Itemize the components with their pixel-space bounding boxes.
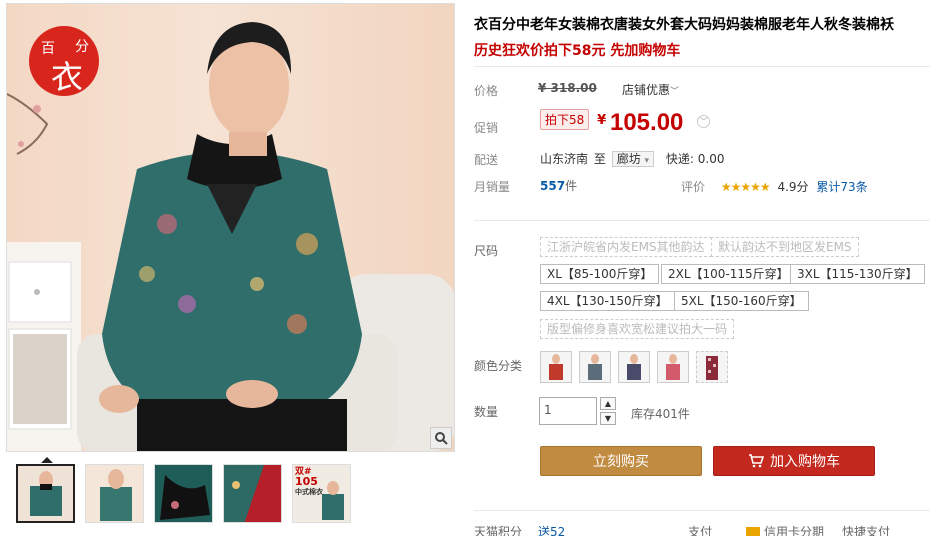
rating-score: 4.9分 [777, 180, 809, 194]
main-product-image[interactable]: 百 分 衣 [6, 3, 455, 452]
buy-now-button[interactable]: 立刻购买 [540, 446, 702, 476]
color-label: 颜色分类 [474, 359, 523, 373]
quantity-input[interactable]: 1 [539, 397, 597, 425]
size-note-1: 江浙沪皖省内发EMS其他韵达 [540, 237, 712, 257]
quick-pay-label: 快捷支付 [842, 525, 891, 536]
rating-label: 评价 [681, 180, 706, 194]
size-option-3xl[interactable]: 3XL【115-130斤穿】 [790, 264, 925, 284]
credit-card-label: 信用卡分期 [764, 525, 825, 536]
shopping-cart-icon [749, 454, 764, 468]
size-label: 尺码 [474, 244, 499, 258]
buy-now-label: 立刻购买 [593, 454, 649, 470]
thumbnail-5[interactable]: 双# 105 中式棉衣 [292, 464, 351, 523]
currency-symbol: ¥ [597, 113, 607, 128]
destination-value: 廊坊 [616, 152, 641, 166]
quantity-decrease-button[interactable]: ▼ [600, 412, 616, 425]
ship-to-word: 至 [593, 152, 606, 166]
size-option-2xl[interactable]: 2XL【100-115斤穿】 [661, 264, 796, 284]
color-swatch-2[interactable] [579, 351, 611, 383]
divider-bottom [474, 510, 930, 511]
color-swatch-4[interactable] [657, 351, 689, 383]
add-to-cart-label: 加入购物车 [770, 454, 840, 470]
color-swatch-1[interactable] [540, 351, 572, 383]
destination-select[interactable]: 廊坊 ▾ [611, 151, 655, 167]
size-note-2: 默认韵达不到地区发EMS [711, 237, 859, 257]
quantity-label: 数量 [474, 405, 499, 419]
credit-card-icon [746, 527, 760, 536]
chevron-down-icon: ﹀ [670, 87, 680, 97]
brand-logo: 百 分 衣 [29, 26, 99, 96]
product-promo-text: 历史狂欢价拍下58元 先加购物车 [474, 43, 681, 59]
monthly-sales-row: 557件 [540, 177, 577, 194]
promo-expand-icon[interactable]: ﹀ [697, 115, 711, 128]
monthly-sales-count: 557 [540, 179, 566, 193]
color-swatch-3[interactable] [618, 351, 650, 383]
promo-tag: 拍下58 [540, 109, 590, 130]
rating-row: 评价 ★★★★★ 4.9分 累计73条 [681, 178, 868, 195]
logo-char-3: 衣 [51, 58, 84, 96]
rating-stars-icon: ★★★★★ [720, 180, 771, 194]
add-to-cart-button[interactable]: 加入购物车 [713, 446, 875, 476]
review-count-link[interactable]: 累计73条 [816, 180, 867, 194]
stock-count: 库存401件 [631, 407, 690, 421]
thumbnail-1[interactable] [16, 464, 75, 523]
size-option-5xl[interactable]: 5XL【150-160斤穿】 [674, 291, 809, 311]
divider-middle [474, 220, 930, 221]
credit-card-installment: 信用卡分期 [746, 523, 824, 536]
promo-price-row: 拍下58 ¥ 105.00 ﹀ [540, 109, 711, 137]
shop-discount-label: 店铺优惠 [622, 83, 671, 97]
dropdown-arrow-icon: ▾ [644, 156, 650, 166]
thumbnail-3[interactable] [154, 464, 213, 523]
thumbnail-strip: 双# 105 中式棉衣 [16, 464, 351, 523]
quantity-increase-button[interactable]: ▲ [600, 397, 616, 410]
size-option-xl[interactable]: XL【85-100斤穿】 [540, 264, 660, 284]
price-label: 价格 [474, 84, 499, 98]
ship-from: 山东济南 [540, 152, 589, 166]
promo-price: 105.00 [609, 109, 684, 136]
product-title: 衣百分中老年女装棉衣唐装女外套大码妈妈装棉服老年人秋冬装棉袄 [474, 17, 894, 33]
payment-label: 支付 [688, 525, 713, 536]
magnifier-icon[interactable] [430, 427, 452, 449]
size-option-4xl[interactable]: 4XL【130-150斤穿】 [540, 291, 675, 311]
points-label: 天猫积分 [474, 525, 523, 536]
thumbnail-active-caret [41, 457, 53, 463]
size-note-3: 版型偏修身喜欢宽松建议拍大一码 [540, 319, 735, 339]
original-price: ¥ 318.00 [538, 81, 597, 95]
promo-label: 促销 [474, 121, 499, 135]
shipping-label: 配送 [474, 153, 499, 167]
divider-top [474, 66, 930, 67]
shipping-fee: 快递: 0.00 [665, 152, 725, 166]
points-value: 送52 [538, 525, 566, 536]
shop-discount-link[interactable]: 店铺优惠﹀ [622, 81, 679, 98]
monthly-sales-label: 月销量 [474, 180, 511, 194]
original-price-row: ¥ 318.00 [538, 81, 597, 95]
monthly-sales-unit: 件 [565, 179, 578, 193]
quick-pay: 快捷支付 [842, 523, 890, 536]
shipping-row: 山东济南 至 廊坊 ▾ 快递: 0.00 [540, 150, 724, 167]
thumbnail-2[interactable] [85, 464, 144, 523]
color-swatch-5[interactable] [696, 351, 728, 383]
product-gallery: 百 分 衣 双# 105 中式棉衣 [6, 3, 455, 536]
thumbnail-4[interactable] [223, 464, 282, 523]
